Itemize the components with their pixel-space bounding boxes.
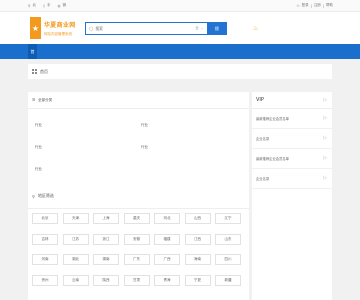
category-item[interactable]: 行业 <box>35 123 42 128</box>
region-tag[interactable]: 云南 <box>62 274 89 286</box>
vip-item-label: 企业名录 <box>256 137 270 141</box>
region-tag[interactable]: 浙江 <box>93 233 119 245</box>
region-tag[interactable]: 陕西 <box>93 274 119 286</box>
arrow-right-icon: ▷ <box>323 136 327 141</box>
breadcrumb: 首页 <box>28 64 332 79</box>
vip-title: VIP <box>256 97 264 103</box>
topbar-wechat[interactable]: ◍ 微 <box>58 3 67 8</box>
wechat-icon: ◍ <box>57 3 61 8</box>
category-panel: ☰ 全部分类 行业 行业 行业 行业 行业 ⚲ 地区筛选 <box>28 92 249 300</box>
region-tag[interactable]: 河北 <box>154 213 180 224</box>
topbar-mobile-label: 手 <box>47 3 51 7</box>
vip-item[interactable]: 最新推荐企业会员名单 ▷ <box>252 109 332 129</box>
topbar-mobile[interactable]: ▯ 手 <box>43 3 50 8</box>
phone-icon: ▯ <box>43 3 46 8</box>
arrow-right-icon: ▷ <box>323 176 327 181</box>
category-item[interactable]: 行业 <box>141 123 148 128</box>
category-panel-header: ☰ 全部分类 <box>28 92 249 109</box>
region-tag[interactable]: 安徽 <box>123 233 150 245</box>
search-input[interactable] <box>95 26 196 31</box>
region-tag[interactable]: 福建 <box>154 233 180 245</box>
logo-text: 华夏商业网 网站内容管理系统 <box>44 20 76 37</box>
region-tag[interactable]: 青海 <box>154 274 180 286</box>
grid-icon <box>32 69 37 74</box>
star-logo-icon: ★ <box>30 17 41 39</box>
chevron-down-icon: ⌄ <box>200 26 204 30</box>
region-tag[interactable]: 海南 <box>184 254 211 265</box>
region-tag[interactable]: 湖北 <box>62 254 89 265</box>
region-tag[interactable]: 天津 <box>62 213 89 224</box>
region-tag[interactable]: 广西 <box>154 254 180 265</box>
search-icon: ○ <box>89 25 94 32</box>
arrow-right-icon: ▷ <box>323 97 327 103</box>
region-tag[interactable]: 甘肃 <box>123 274 150 286</box>
location-pin-icon: ⚲ <box>28 3 31 8</box>
region-tag[interactable]: 江苏 <box>62 233 89 245</box>
region-tag[interactable]: 山西 <box>184 213 211 224</box>
location-pin-icon: ⚲ <box>32 193 35 199</box>
top-right-links: ⚇ 登录 | 注册 | 帮助 <box>296 3 333 8</box>
logo-subtitle: 网站内容管理系统 <box>44 31 72 36</box>
category-panel-title: 全部分类 <box>38 97 53 102</box>
nav-home[interactable]: 首 <box>28 44 37 59</box>
logo-title: 华夏商业网 <box>44 21 76 29</box>
topbar-wechat-label: 微 <box>62 3 67 7</box>
region-title: 地区筛选 <box>37 193 54 198</box>
vip-panel-header[interactable]: VIP ▷ <box>252 92 332 109</box>
region-tag[interactable]: 吉林 <box>32 233 58 245</box>
fire-icon[interactable]: ♨ <box>253 25 258 32</box>
vip-item[interactable]: 最新推荐企业会员名单 ▷ <box>252 149 332 169</box>
divider: | <box>322 3 324 8</box>
topbar-location[interactable]: ⚲ 北 <box>28 3 36 8</box>
help-link[interactable]: 帮助 <box>326 3 333 8</box>
region-tag[interactable]: 辽宁 <box>215 213 241 224</box>
vip-item[interactable]: 企业名录 ▷ <box>252 129 332 149</box>
category-list: 行业 行业 行业 行业 行业 <box>28 109 249 175</box>
user-icon: ⚇ <box>296 3 300 8</box>
search-button[interactable]: 搜 <box>206 22 227 35</box>
region-tag[interactable]: 江西 <box>184 233 211 245</box>
site-logo[interactable]: ★ 华夏商业网 网站内容管理系统 <box>30 17 76 39</box>
category-item[interactable]: 行业 <box>35 145 42 150</box>
region-tag[interactable]: 宁夏 <box>184 274 211 286</box>
main-nav: 首 <box>0 44 360 59</box>
register-link[interactable]: 注册 <box>314 3 321 8</box>
region-tag[interactable]: 新疆 <box>215 274 241 286</box>
divider: | <box>310 3 312 8</box>
arrow-right-icon: ▷ <box>323 156 327 161</box>
arrow-right-icon: ▷ <box>323 116 327 121</box>
region-header: ⚲ 地区筛选 <box>28 184 249 209</box>
vip-item[interactable]: 企业名录 ▷ <box>252 169 332 189</box>
search-scope-select[interactable]: 全 ⌄ <box>195 26 203 31</box>
breadcrumb-label[interactable]: 首页 <box>40 69 48 75</box>
region-tag[interactable]: 四川 <box>215 254 241 265</box>
category-item[interactable]: 行业 <box>35 167 42 172</box>
top-utility-bar: ⚲ 北 ▯ 手 ◍ 微 ⚇ 登录 | 注册 | 帮助 <box>0 0 360 12</box>
vip-item-label: 企业名录 <box>256 177 270 181</box>
region-tag[interactable]: 重庆 <box>123 213 150 224</box>
login-link[interactable]: 登录 <box>302 3 309 8</box>
category-item[interactable]: 行业 <box>141 145 148 150</box>
region-tag[interactable]: 上海 <box>93 213 119 224</box>
search-scope-label: 全 <box>195 26 199 30</box>
search-bar: ○ 全 ⌄ 搜 <box>85 22 227 35</box>
topbar-location-label: 北 <box>32 3 37 7</box>
region-tag[interactable]: 湖南 <box>93 254 119 265</box>
vip-panel: VIP ▷ 最新推荐企业会员名单 ▷ 企业名录 ▷ 最新推荐企业会员名单 ▷ 企… <box>252 92 332 300</box>
region-tag[interactable]: 山东 <box>215 233 241 245</box>
top-left-links: ⚲ 北 ▯ 手 ◍ 微 <box>28 3 66 8</box>
region-tag[interactable]: 广东 <box>123 254 150 265</box>
list-icon: ☰ <box>32 98 36 102</box>
vip-item-label: 最新推荐企业会员名单 <box>256 117 289 121</box>
region-tag[interactable]: 河南 <box>32 254 58 265</box>
vip-item-label: 最新推荐企业会员名单 <box>256 157 289 161</box>
region-tag[interactable]: 北京 <box>32 213 58 224</box>
region-tag[interactable]: 贵州 <box>32 274 58 286</box>
